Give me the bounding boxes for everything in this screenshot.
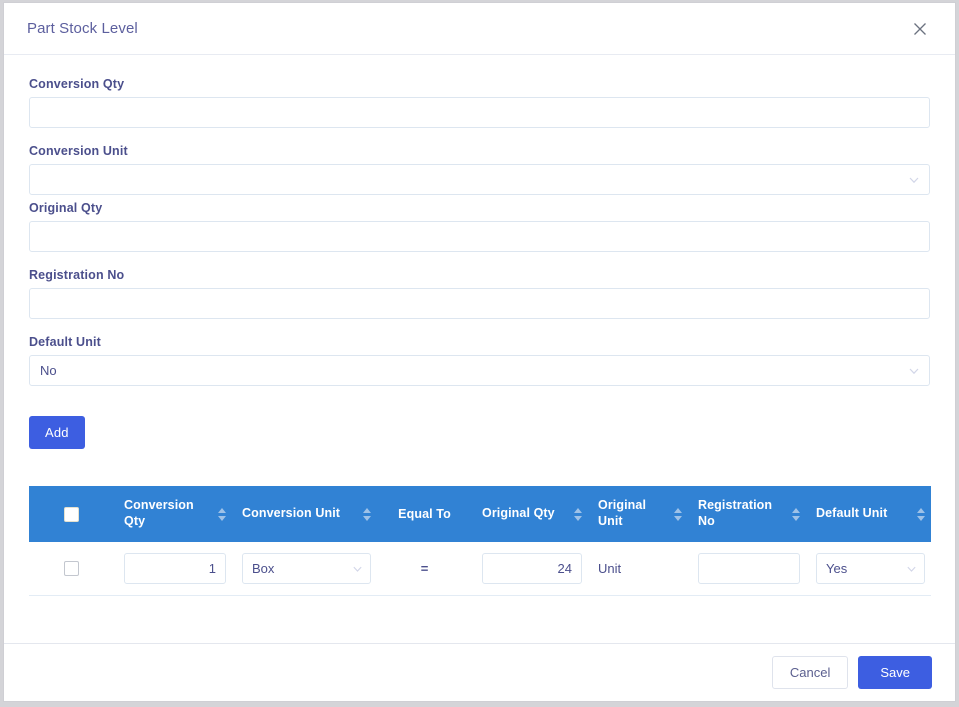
cell-registration-no [688, 542, 806, 596]
conversion-unit-label: Conversion Unit [29, 144, 128, 158]
sort-icon[interactable] [791, 507, 800, 521]
field-conversion-qty: Conversion Qty [29, 77, 930, 128]
row-default-unit-value: Yes [826, 560, 848, 576]
header-cell-conversion-qty[interactable]: Conversion Qty [114, 486, 232, 542]
default-unit-select[interactable]: No [29, 355, 930, 386]
cell-original-unit: Unit [588, 542, 688, 596]
dialog-footer: Cancel Save [4, 643, 955, 701]
chevron-down-icon [908, 174, 920, 186]
default-unit-label: Default Unit [29, 335, 101, 349]
table-header-row: Conversion Qty Conversion Unit Equal To … [29, 486, 931, 542]
chevron-down-icon [906, 563, 917, 574]
cell-conversion-unit: Box [232, 542, 377, 596]
chevron-down-icon [908, 365, 920, 377]
cell-default-unit: Yes [806, 542, 931, 596]
cell-conversion-qty [114, 542, 232, 596]
original-qty-label: Original Qty [29, 201, 103, 215]
header-cell-default-unit[interactable]: Default Unit [806, 486, 931, 542]
chevron-down-icon [352, 563, 363, 574]
cell-select [29, 542, 114, 596]
cell-equal-to: = [377, 542, 472, 596]
header-cell-equal-to: Equal To [377, 486, 472, 542]
cancel-button[interactable]: Cancel [771, 656, 849, 689]
save-button[interactable]: Save [858, 656, 932, 689]
part-stock-level-dialog: Part Stock Level Conversion Qty Conversi… [3, 2, 956, 702]
header-cell-original-qty[interactable]: Original Qty [472, 486, 588, 542]
dialog-header: Part Stock Level [4, 3, 955, 55]
equal-to-value: = [420, 560, 429, 576]
cell-original-qty [472, 542, 588, 596]
conversion-unit-select[interactable] [29, 164, 930, 195]
sort-icon[interactable] [573, 507, 582, 521]
sort-icon[interactable] [673, 507, 682, 521]
row-original-unit-value: Unit [598, 560, 622, 576]
add-button[interactable]: Add [29, 416, 85, 449]
row-default-unit-select[interactable]: Yes [816, 552, 925, 584]
row-original-qty-input[interactable] [482, 552, 582, 584]
registration-no-input[interactable] [29, 288, 930, 319]
row-conversion-qty-input[interactable] [124, 552, 226, 584]
header-cell-conversion-unit[interactable]: Conversion Unit [232, 486, 377, 542]
page-title: Part Stock Level [27, 20, 138, 37]
field-original-qty: Original Qty [29, 201, 930, 252]
header-label-original-unit: Original Unit [598, 498, 647, 528]
header-cell-select [29, 486, 114, 542]
row-conversion-unit-value: Box [252, 560, 275, 576]
header-cell-registration-no[interactable]: Registration No [688, 486, 806, 542]
header-label-conversion-qty: Conversion Qty [124, 498, 194, 528]
sort-icon[interactable] [916, 507, 925, 521]
sort-icon[interactable] [362, 507, 371, 521]
field-conversion-unit: Conversion Unit [29, 144, 930, 195]
field-registration-no: Registration No [29, 268, 930, 319]
header-label-registration-no: Registration No [698, 498, 773, 528]
header-label-equal-to: Equal To [398, 507, 451, 521]
conversion-table-wrapper: Conversion Qty Conversion Unit Equal To … [29, 486, 931, 596]
conversion-qty-label: Conversion Qty [29, 77, 125, 91]
table-row: Box = Unit [29, 542, 931, 596]
header-label-default-unit: Default Unit [816, 506, 888, 521]
header-label-conversion-unit: Conversion Unit [242, 506, 341, 521]
header-cell-original-unit[interactable]: Original Unit [588, 486, 688, 542]
conversion-table: Conversion Qty Conversion Unit Equal To … [29, 486, 931, 596]
add-button-row: Add [29, 416, 930, 449]
sort-icon[interactable] [217, 507, 226, 521]
dialog-body: Conversion Qty Conversion Unit Original … [4, 55, 955, 643]
original-qty-input[interactable] [29, 221, 930, 252]
conversion-qty-input[interactable] [29, 97, 930, 128]
row-checkbox[interactable] [64, 561, 79, 577]
registration-no-label: Registration No [29, 268, 125, 282]
close-icon[interactable] [907, 16, 933, 42]
select-all-checkbox[interactable] [64, 506, 79, 522]
header-label-original-qty: Original Qty [482, 506, 555, 521]
field-default-unit: Default Unit No [29, 335, 930, 386]
row-conversion-unit-select[interactable]: Box [242, 552, 371, 584]
row-registration-no-input[interactable] [698, 552, 800, 584]
default-unit-value: No [40, 363, 57, 378]
